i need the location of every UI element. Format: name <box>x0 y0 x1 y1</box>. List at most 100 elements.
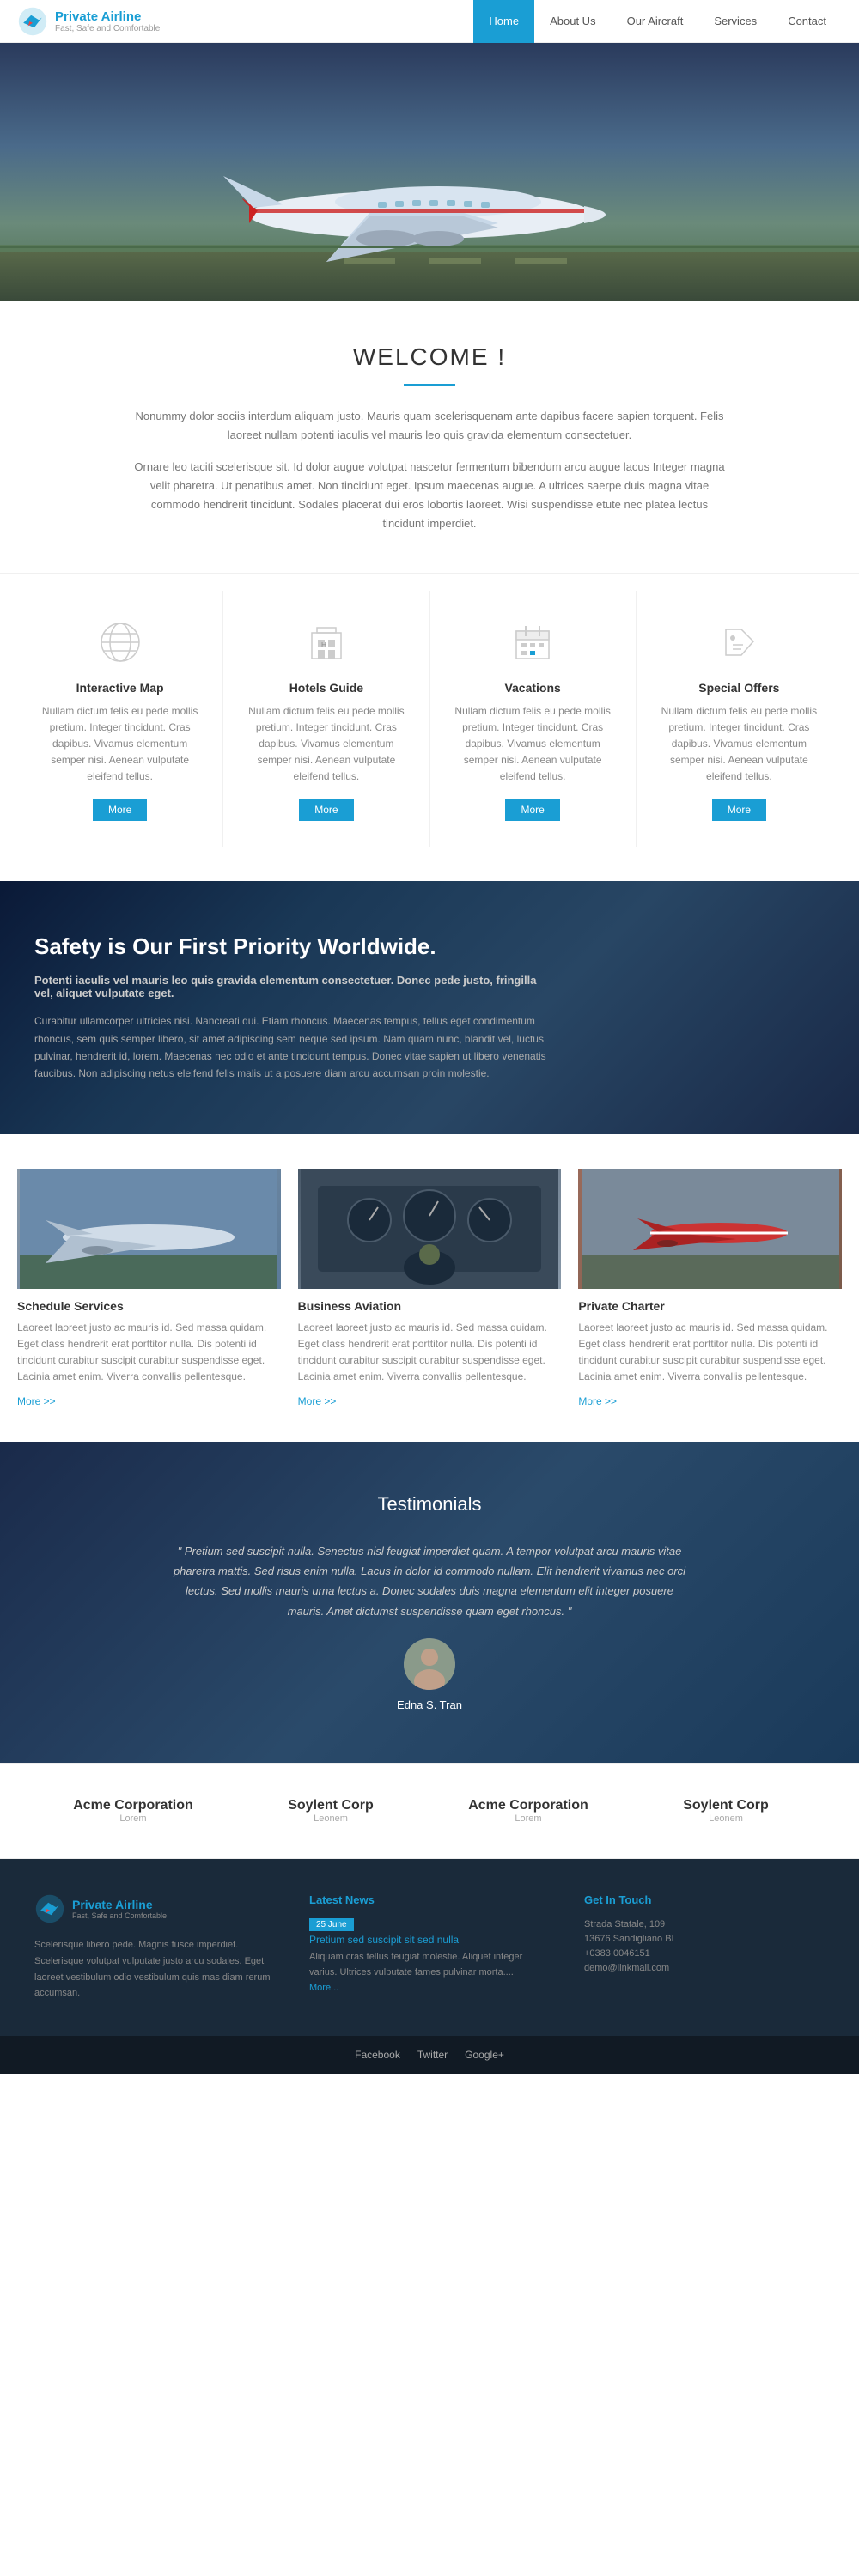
welcome-divider <box>404 384 455 386</box>
safety-subtitle: Potenti iaculis vel mauris leo quis grav… <box>34 974 550 999</box>
safety-content: Safety is Our First Priority Worldwide. … <box>34 933 550 1083</box>
welcome-section: WELCOME ! Nonummy dolor sociis interdum … <box>0 301 859 573</box>
service-title-0: Schedule Services <box>17 1299 281 1313</box>
feature-icon-hotel: H <box>301 617 352 668</box>
service-img-2 <box>578 1169 842 1289</box>
service-link-1[interactable]: More >> <box>298 1395 337 1407</box>
sponsor-sub-3: Leonem <box>627 1814 825 1824</box>
footer-facebook[interactable]: Facebook <box>355 2049 400 2061</box>
welcome-title: WELCOME ! <box>52 343 807 371</box>
safety-text: Curabitur ullamcorper ultricies nisi. Na… <box>34 1012 550 1083</box>
logo-brand: Private Airline <box>55 9 160 24</box>
nav-about[interactable]: About Us <box>534 0 611 43</box>
footer-news-more[interactable]: More... <box>309 1983 338 1993</box>
nav-home[interactable]: Home <box>473 0 534 43</box>
footer-contact-title: Get In Touch <box>584 1893 825 1906</box>
footer-contact-col: Get In Touch Strada Statale, 109 13676 S… <box>584 1893 825 2002</box>
sponsor-name-3: Soylent Corp <box>627 1798 825 1814</box>
sponsor-sub-2: Lorem <box>430 1814 627 1824</box>
footer-twitter[interactable]: Twitter <box>417 2049 448 2061</box>
feature-btn-1[interactable]: More <box>299 799 353 821</box>
avatar-image <box>404 1638 455 1690</box>
feature-btn-0[interactable]: More <box>93 799 147 821</box>
navbar: Private Airline Fast, Safe and Comfortab… <box>0 0 859 43</box>
service-text-2: Laoreet laoreet justo ac mauris id. Sed … <box>578 1320 842 1386</box>
service-img-1 <box>298 1169 562 1289</box>
welcome-paragraph-2: Ornare leo taciti scelerisque sit. Id do… <box>129 458 730 533</box>
sponsor-0: Acme Corporation Lorem <box>34 1798 232 1824</box>
testimonial-quote: " Pretium sed suscipit nulla. Senectus n… <box>172 1541 687 1622</box>
nav-aircraft[interactable]: Our Aircraft <box>612 0 699 43</box>
footer-news-col: Latest News 25 June Pretium sed suscipit… <box>309 1893 550 2002</box>
footer-city: 13676 Sandigliano BI <box>584 1934 825 1944</box>
footer-about-col: Private Airline Fast, Safe and Comfortab… <box>34 1893 275 2002</box>
sponsor-1: Soylent Corp Leonem <box>232 1798 430 1824</box>
footer-phone: +0383 0046151 <box>584 1948 825 1959</box>
footer-news-date: 25 June <box>309 1919 550 1929</box>
feature-title-2: Vacations <box>448 681 618 695</box>
calendar-icon <box>511 621 554 664</box>
feature-hotels-guide: H Hotels Guide Nullam dictum felis eu pe… <box>223 591 430 847</box>
hero-illustration <box>0 43 859 301</box>
testimonial-avatar <box>404 1638 455 1690</box>
feature-vacations: Vacations Nullam dictum felis eu pede mo… <box>430 591 637 847</box>
feature-interactive-map: Interactive Map Nullam dictum felis eu p… <box>17 591 223 847</box>
tag-icon <box>717 621 760 664</box>
footer-main: Private Airline Fast, Safe and Comfortab… <box>0 1859 859 2036</box>
logo-text: Private Airline Fast, Safe and Comfortab… <box>55 9 160 33</box>
footer-logo-icon <box>34 1893 65 1924</box>
feature-special-offers: Special Offers Nullam dictum felis eu pe… <box>637 591 842 847</box>
footer: Private Airline Fast, Safe and Comfortab… <box>0 1859 859 2074</box>
pilot-image <box>301 1169 558 1289</box>
footer-email[interactable]: demo@linkmail.com <box>584 1963 825 1973</box>
testimonials-section: Testimonials " Pretium sed suscipit null… <box>0 1442 859 1764</box>
feature-icon-calendar <box>507 617 558 668</box>
feature-btn-2[interactable]: More <box>505 799 559 821</box>
service-link-2[interactable]: More >> <box>578 1395 617 1407</box>
footer-news-date-badge: 25 June <box>309 1918 354 1931</box>
sponsor-sub-0: Lorem <box>34 1814 232 1824</box>
feature-title-1: Hotels Guide <box>241 681 411 695</box>
nav-contact[interactable]: Contact <box>772 0 842 43</box>
sponsor-3: Soylent Corp Leonem <box>627 1798 825 1824</box>
service-img-0 <box>17 1169 281 1289</box>
testimonials-title: Testimonials <box>34 1493 825 1516</box>
plane-image-1 <box>20 1169 277 1289</box>
logo-icon <box>17 6 48 37</box>
footer-googleplus[interactable]: Google+ <box>465 2049 504 2061</box>
feature-text-3: Nullam dictum felis eu pede mollis preti… <box>654 703 825 786</box>
service-title-2: Private Charter <box>578 1299 842 1313</box>
logo-tagline: Fast, Safe and Comfortable <box>55 24 160 33</box>
footer-logo-tagline: Fast, Safe and Comfortable <box>72 1911 167 1920</box>
service-link-0[interactable]: More >> <box>17 1395 56 1407</box>
logo[interactable]: Private Airline Fast, Safe and Comfortab… <box>17 6 160 37</box>
feature-btn-3[interactable]: More <box>712 799 766 821</box>
footer-news-headline[interactable]: Pretium sed suscipit sit sed nulla <box>309 1934 550 1946</box>
feature-title-0: Interactive Map <box>34 681 205 695</box>
service-schedule: Schedule Services Laoreet laoreet justo … <box>17 1169 281 1407</box>
footer-logo-text: Private Airline Fast, Safe and Comfortab… <box>72 1898 167 1920</box>
service-charter: Private Charter Laoreet laoreet justo ac… <box>578 1169 842 1407</box>
feature-text-1: Nullam dictum felis eu pede mollis preti… <box>241 703 411 786</box>
footer-logo: Private Airline Fast, Safe and Comfortab… <box>34 1893 275 1924</box>
nav-services[interactable]: Services <box>698 0 772 43</box>
footer-bottom: Facebook Twitter Google+ <box>0 2036 859 2074</box>
service-text-1: Laoreet laoreet justo ac mauris id. Sed … <box>298 1320 562 1386</box>
feature-text-0: Nullam dictum felis eu pede mollis preti… <box>34 703 205 786</box>
feature-icon-globe <box>94 617 146 668</box>
nav-links: Home About Us Our Aircraft Services Cont… <box>473 0 842 43</box>
svg-text:H: H <box>321 641 326 649</box>
testimonial-name: Edna S. Tran <box>34 1698 825 1711</box>
red-plane-image <box>582 1169 839 1289</box>
sponsor-name-2: Acme Corporation <box>430 1798 627 1814</box>
sponsor-sub-1: Leonem <box>232 1814 430 1824</box>
features-section: Interactive Map Nullam dictum felis eu p… <box>0 573 859 881</box>
safety-banner: Safety is Our First Priority Worldwide. … <box>0 881 859 1134</box>
sponsor-name-0: Acme Corporation <box>34 1798 232 1814</box>
service-business: Business Aviation Laoreet laoreet justo … <box>298 1169 562 1407</box>
feature-title-3: Special Offers <box>654 681 825 695</box>
welcome-paragraph-1: Nonummy dolor sociis interdum aliquam ju… <box>129 407 730 445</box>
service-title-1: Business Aviation <box>298 1299 562 1313</box>
sponsor-2: Acme Corporation Lorem <box>430 1798 627 1824</box>
services-section: Schedule Services Laoreet laoreet justo … <box>0 1134 859 1442</box>
